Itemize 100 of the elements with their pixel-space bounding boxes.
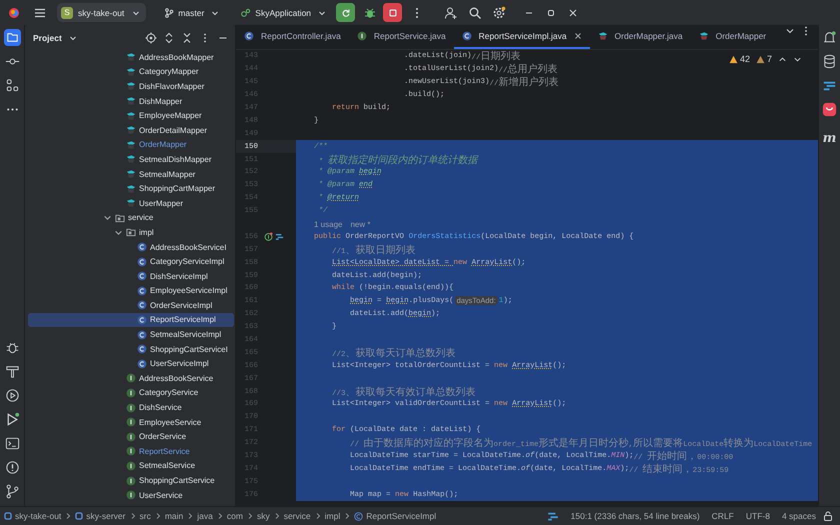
warning-icon (728, 54, 738, 64)
breadcrumb-item[interactable]: com (226, 511, 243, 521)
chevron-right-icon (343, 512, 352, 520)
class-icon (137, 344, 147, 354)
override-icon[interactable] (264, 232, 273, 242)
tree-item[interactable]: AddressBookService (28, 371, 234, 386)
tree-item[interactable]: ReportService (28, 444, 234, 459)
breadcrumb-item[interactable]: sky-take-out (4, 511, 62, 521)
mapper-icon (698, 31, 709, 41)
maven-label[interactable]: m (822, 131, 836, 146)
tree-item[interactable]: SetmealService (28, 458, 234, 474)
breadcrumb-item[interactable]: sky (256, 511, 270, 521)
tree-item[interactable]: SetmealServiceImpl (28, 327, 234, 342)
tree-item[interactable]: AddressBookMapper (28, 50, 234, 65)
tree-item[interactable]: CategoryService (28, 386, 234, 400)
breadcrumb-item[interactable]: src (140, 511, 151, 521)
editor-tab[interactable]: OrderMapper.java (590, 25, 691, 49)
tree-item[interactable]: UserServiceImpl (28, 356, 234, 372)
run-config-icon (241, 8, 252, 18)
package-folder-icon (126, 227, 136, 238)
panel-title-dropdown[interactable]: Project (29, 28, 81, 47)
file-encoding[interactable]: UTF-8 (746, 511, 770, 521)
plugin-icon[interactable] (821, 101, 838, 118)
tree-item[interactable]: OrderService (28, 429, 234, 444)
branch-selector[interactable]: master (160, 3, 224, 22)
tree-item[interactable]: DishServiceImpl (28, 268, 234, 284)
close-icon[interactable] (574, 32, 582, 40)
breadcrumb-item[interactable]: impl (324, 511, 340, 521)
usage-hint[interactable]: 1 usage (314, 220, 342, 229)
tree-item[interactable]: EmployeeServiceImpl (28, 284, 234, 298)
chevron-right-icon (314, 512, 322, 520)
caret-icon (211, 8, 220, 16)
class-icon (462, 31, 472, 41)
repo-selector[interactable]: S sky-take-out (57, 3, 146, 22)
tree-item[interactable]: impl (28, 225, 234, 240)
locate-icon[interactable] (145, 32, 157, 44)
module-icon (4, 512, 12, 520)
tree-item[interactable]: ReportServiceImpl (28, 312, 234, 328)
settings-icon[interactable] (492, 6, 506, 20)
mapper-icon (126, 198, 136, 208)
indent-setting[interactable]: 4 spaces (782, 511, 816, 521)
tree-item[interactable]: CategoryMapper (28, 64, 234, 80)
tree-item[interactable]: SetmealMapper (28, 166, 234, 182)
debug-icon[interactable] (363, 6, 378, 20)
tree-item[interactable]: AddressBookServiceI (28, 240, 234, 254)
rerun-icon (340, 8, 351, 18)
author-hint[interactable]: new * (350, 220, 370, 229)
terminal-icon[interactable] (4, 435, 20, 452)
breadcrumb-item[interactable]: java (197, 511, 213, 521)
editor-tab[interactable]: ReportService.java (348, 25, 454, 49)
mapping-icon[interactable] (546, 510, 559, 522)
stop-button[interactable] (383, 3, 402, 22)
breadcrumb-item[interactable]: service (284, 511, 311, 521)
rerun-button[interactable] (336, 3, 356, 22)
mapping-icon[interactable] (275, 232, 284, 242)
tree-item[interactable]: EmployeeService (28, 414, 234, 430)
tree-item[interactable]: ShoppingCartMapper (28, 181, 234, 196)
tree-item[interactable]: DishService (28, 400, 234, 415)
caret-position[interactable]: 150:1 (2336 chars, 54 line breaks) (570, 511, 700, 521)
editor-tab[interactable]: OrderMapper (690, 25, 774, 49)
tree-item[interactable]: OrderServiceImpl (28, 298, 234, 313)
add-user-icon[interactable] (444, 6, 458, 20)
breadcrumb-item[interactable]: main (164, 511, 184, 521)
tree-item[interactable]: EmployeeMapper (28, 108, 234, 123)
lock-icon[interactable] (822, 510, 834, 522)
class-icon (137, 330, 147, 340)
tree-item[interactable]: DishMapper (28, 94, 234, 108)
tree-item[interactable]: ShoppingCartServiceI (28, 342, 234, 356)
interface-icon (126, 417, 136, 428)
caret-icon (318, 8, 326, 16)
tree-item[interactable]: DishFlavorMapper (28, 79, 234, 94)
tree-item[interactable]: OrderDetailMapper (28, 122, 234, 138)
folder-icon[interactable] (4, 29, 20, 46)
class-icon (137, 300, 147, 310)
expand-all-icon[interactable] (163, 32, 175, 44)
git-icon[interactable] (4, 483, 20, 500)
run-config-selector[interactable]: SkyApplication (237, 3, 330, 22)
services-icon[interactable] (4, 387, 20, 404)
mapper-icon (126, 184, 136, 194)
tree-item[interactable]: UserService (28, 488, 234, 502)
tree-item[interactable]: service (28, 210, 234, 226)
warning-count[interactable]: 42 (728, 54, 750, 64)
tree-item[interactable]: OrderMapper (28, 138, 234, 152)
editor-tab[interactable]: ReportServiceImpl.java (454, 25, 590, 49)
caret-icon (132, 8, 140, 16)
stop-icon (388, 8, 398, 18)
search-icon[interactable] (468, 6, 482, 20)
tree-item[interactable]: UserMapper (28, 196, 234, 211)
editor-tab[interactable]: ReportController.java (236, 25, 349, 49)
breadcrumb-item[interactable]: ReportServiceImpl (354, 511, 436, 521)
line-separator[interactable]: CRLF (712, 511, 734, 521)
breadcrumb-item[interactable]: sky-server (75, 511, 126, 521)
tree-item[interactable]: CategoryServiceImpl (28, 254, 234, 269)
problems-icon[interactable] (4, 459, 20, 476)
tree-item[interactable]: SetmealDishMapper (28, 152, 234, 167)
weak-warning-count[interactable]: 7 (756, 54, 772, 64)
collapse-all-icon[interactable] (181, 32, 193, 44)
mapper-icon (126, 154, 136, 164)
tree-item[interactable]: ShoppingCartService (28, 473, 234, 488)
class-icon (354, 512, 364, 520)
